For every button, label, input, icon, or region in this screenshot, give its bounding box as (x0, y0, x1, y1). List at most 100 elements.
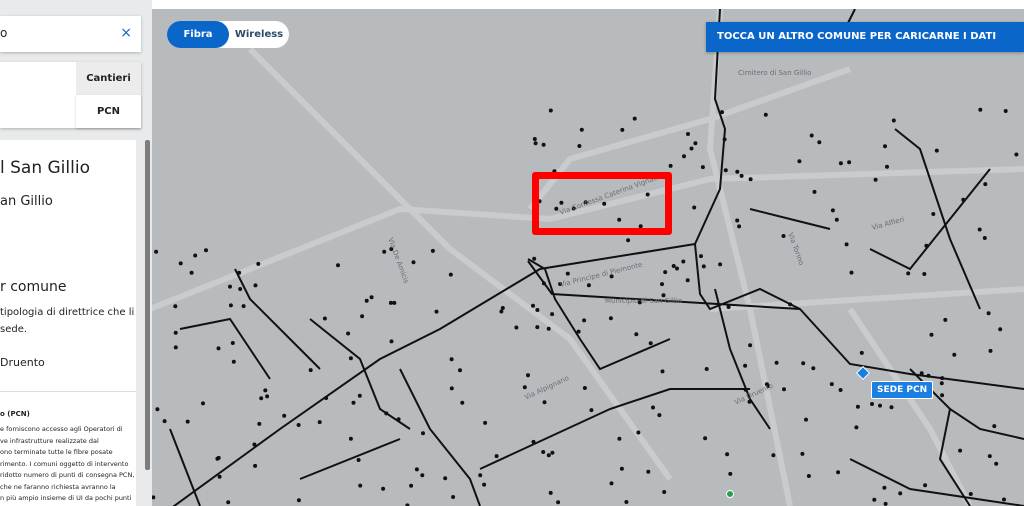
building-point (952, 352, 957, 357)
building-point (542, 400, 547, 405)
building-point (389, 339, 394, 344)
map-network (150, 9, 1024, 506)
building-point (788, 302, 793, 307)
building-point (889, 405, 894, 410)
building-point (968, 492, 973, 496)
building-point (870, 402, 874, 406)
building-point (624, 500, 629, 504)
building-point (253, 463, 258, 468)
building-point (357, 393, 362, 398)
building-point (360, 314, 365, 319)
building-point (982, 236, 987, 240)
building-point (872, 497, 877, 502)
building-point (961, 197, 966, 202)
building-point (929, 332, 934, 337)
building-point (546, 326, 551, 331)
building-point (482, 482, 487, 487)
building-point (737, 224, 742, 229)
building-point (253, 283, 258, 288)
building-point (193, 253, 198, 258)
info-text: Druento (0, 356, 45, 369)
building-point (919, 371, 924, 376)
building-point (478, 473, 483, 478)
pcn-text-line: rimento. I comuni oggetto di intervento (0, 459, 129, 468)
pcn-text-line: ridotto numero di punti di consegna PCN, (0, 471, 135, 479)
fiber-lines (169, 9, 1024, 506)
sede-pcn-label[interactable]: SEDE PCN (871, 381, 934, 399)
building-point (873, 177, 878, 182)
toggle-fibra[interactable]: Fibra (167, 21, 229, 48)
building-point (763, 112, 768, 117)
building-point (448, 272, 453, 277)
tab-cantieri[interactable]: Cantieri (76, 62, 141, 95)
building-point (201, 401, 205, 406)
building-point (449, 357, 454, 362)
info-text: sede. (0, 324, 28, 335)
building-point (811, 366, 816, 371)
building-point (682, 154, 686, 159)
building-point (322, 316, 327, 321)
info-card: l San Gillio an Gillio r comune tipologi… (0, 140, 136, 506)
building-point (838, 388, 843, 392)
building-point (994, 461, 999, 466)
building-point (608, 316, 613, 321)
building-point (173, 304, 178, 309)
building-point (728, 471, 733, 476)
building-point (878, 403, 882, 408)
building-point (178, 261, 183, 266)
building-point (237, 270, 242, 275)
building-point (282, 413, 287, 418)
building-point (739, 173, 744, 178)
building-point (834, 217, 839, 222)
building-point (743, 387, 748, 392)
building-point (384, 411, 389, 416)
building-point (782, 387, 786, 392)
building-point (806, 474, 811, 478)
building-point (576, 329, 581, 334)
building-point (844, 242, 849, 247)
building-point (797, 159, 802, 164)
building-point (388, 300, 393, 305)
building-point (722, 137, 727, 142)
search-input[interactable]: o (0, 26, 7, 40)
building-point (173, 330, 178, 335)
building-point (849, 270, 854, 275)
building-point (898, 491, 903, 496)
building-point (421, 431, 425, 436)
building-point (228, 284, 232, 289)
building-point (830, 208, 835, 213)
building-point (943, 317, 948, 322)
building-point (934, 148, 939, 153)
building-point (681, 259, 686, 264)
building-point (443, 476, 448, 481)
building-point (648, 341, 653, 346)
network-type-toggle[interactable]: Fibra Wireless (167, 21, 289, 48)
tab-pcn[interactable]: PCN (76, 95, 141, 128)
scrollbar[interactable] (145, 140, 150, 470)
building-point (226, 500, 231, 505)
building-point (185, 419, 190, 424)
building-point (978, 107, 983, 112)
building-point (228, 303, 233, 308)
building-point (983, 182, 988, 187)
building-point (703, 436, 708, 441)
building-point (532, 137, 537, 141)
building-point (1014, 152, 1019, 157)
building-point (924, 243, 929, 248)
building-point (854, 425, 859, 430)
building-point (238, 287, 243, 291)
map[interactable]: Via Contessa Caterina Vignati Via Princi… (150, 9, 1024, 506)
building-point (620, 127, 625, 132)
close-icon[interactable]: × (120, 25, 132, 41)
search-box[interactable]: o × (0, 16, 141, 52)
building-point (348, 436, 353, 441)
building-point (838, 161, 843, 166)
building-point (582, 386, 587, 390)
comune-title: l San Gillio (0, 158, 90, 178)
building-point (499, 309, 504, 314)
tabs: Cantieri PCN (0, 62, 141, 128)
building-point (257, 421, 262, 426)
building-point (356, 458, 361, 462)
building-point (531, 303, 535, 308)
toggle-wireless[interactable]: Wireless (229, 21, 289, 48)
